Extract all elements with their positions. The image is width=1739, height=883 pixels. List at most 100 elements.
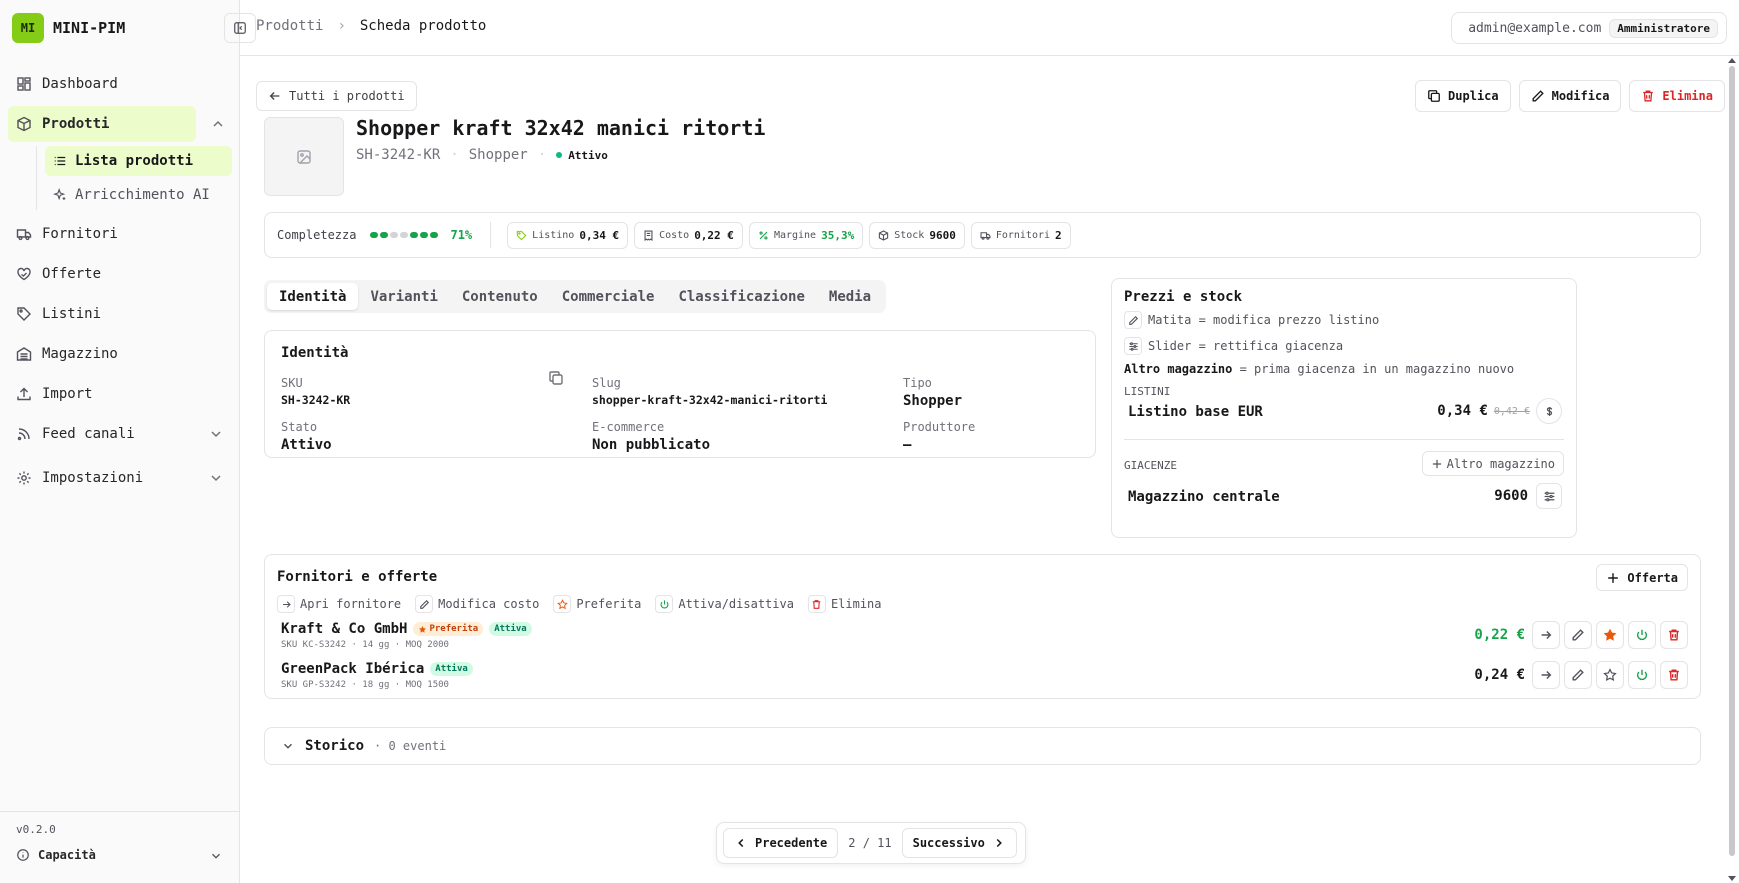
stock-section-label: GIACENZE [1124, 459, 1177, 472]
sidebar-item-fornitori[interactable]: Fornitori [8, 216, 232, 252]
app-root: MI MINI-PIM Dashboard Prodotti Lista pro… [0, 0, 1739, 883]
preferred-toggle-button[interactable] [1596, 661, 1624, 689]
truck-icon [980, 231, 991, 240]
plus-icon [1432, 459, 1441, 468]
edit-button[interactable]: Modifica [1518, 80, 1622, 112]
previous-button[interactable]: Precedente [723, 828, 839, 858]
supplier-name[interactable]: GreenPack Ibérica [281, 661, 424, 677]
sidebar-item-magazzino[interactable]: Magazzino [8, 336, 232, 372]
sidebar-item-import[interactable]: Import [8, 376, 232, 412]
sidebar-item-listini[interactable]: Listini [8, 296, 232, 332]
kpi-stock[interactable]: Stock 9600 [869, 221, 965, 249]
main-content: Tutti i prodotti Duplica Modifica Elimin… [240, 56, 1725, 883]
brand[interactable]: MI MINI-PIM [12, 13, 125, 43]
active-toggle-button[interactable] [1628, 621, 1656, 649]
chevron-down-icon [284, 743, 292, 749]
tab-varianti[interactable]: Varianti [358, 283, 449, 310]
kpi-costo[interactable]: Costo 0,22 € [634, 221, 743, 249]
sidebar-item-impostazioni[interactable]: Impostazioni [8, 460, 232, 496]
kpi-margine[interactable]: Margine 35,3% [748, 221, 864, 249]
field-value: Non pubblicato [592, 437, 711, 453]
next-button[interactable]: Successivo [901, 828, 1017, 858]
product-image-placeholder[interactable] [264, 117, 344, 196]
user-menu[interactable]: admin@example.com Amministratore [1451, 12, 1727, 44]
edit-cost-button[interactable] [1564, 661, 1592, 689]
image-icon [297, 149, 311, 164]
sidebar-item-dashboard[interactable]: Dashboard [8, 66, 232, 102]
supplier-name[interactable]: Kraft & Co GmbH [281, 621, 407, 637]
kpi-value: 35,3% [821, 228, 855, 242]
chevron-down-icon[interactable] [208, 426, 224, 442]
back-to-products-button[interactable]: Tutti i prodotti [256, 81, 417, 111]
supplier-actions: 0,24 € [1474, 661, 1688, 689]
tab-classificazione[interactable]: Classificazione [666, 283, 816, 310]
supplier-actions: 0,22 € [1474, 621, 1688, 649]
add-warehouse-button[interactable]: Altro magazzino [1421, 451, 1564, 476]
delete-button[interactable]: Elimina [1629, 80, 1725, 112]
field-sku: SKU SH-3242-KR [281, 376, 350, 407]
active-badge: Attiva [430, 662, 473, 676]
tab-contenuto[interactable]: Contenuto [450, 283, 550, 310]
trash-icon [1669, 669, 1679, 681]
add-offer-button[interactable]: Offerta [1596, 564, 1688, 591]
supplier-row: Kraft & Co GmbH Preferita Attiva SKU KC-… [281, 621, 1688, 657]
scrollbar[interactable] [1725, 56, 1739, 883]
sidebar-subnav: Lista prodotti Arricchimento AI [36, 146, 232, 210]
breadcrumb-link-prodotti[interactable]: Prodotti [256, 18, 323, 34]
field-label: Produttore [903, 420, 976, 434]
adjust-stock-button[interactable] [1536, 483, 1562, 509]
scroll-down-arrow[interactable] [1728, 876, 1736, 881]
kpi-label: Costo [659, 229, 690, 241]
lists-section-label: LISTINI [1124, 385, 1171, 398]
preferred-label: Preferita [429, 624, 479, 634]
tab-commerciale[interactable]: Commerciale [550, 283, 667, 310]
legend-delete: Elimina [807, 595, 882, 613]
sidebar-item-arricchimento-ai[interactable]: Arricchimento AI [45, 180, 232, 210]
open-supplier-button[interactable] [1532, 621, 1560, 649]
sidebar-item-label: Fornitori [42, 226, 118, 242]
sidebar-item-prodotti[interactable]: Prodotti [8, 106, 223, 142]
kpi-fornitori[interactable]: Fornitori 2 [970, 221, 1071, 249]
completeness-segment [390, 232, 399, 238]
edit-cost-button[interactable] [1564, 621, 1592, 649]
kpi-listino[interactable]: Listino 0,34 € [507, 221, 629, 249]
scroll-thumb[interactable] [1729, 66, 1735, 856]
info-icon [17, 849, 29, 861]
history-section[interactable]: Storico · 0 eventi [264, 727, 1701, 765]
preferred-toggle-button[interactable] [1596, 621, 1624, 649]
sidebar-item-lista-prodotti[interactable]: Lista prodotti [45, 146, 232, 176]
scroll-up-arrow[interactable] [1728, 58, 1736, 63]
duplicate-button[interactable]: Duplica [1415, 80, 1511, 112]
product-sku: SH-3242-KR [356, 147, 441, 163]
chevron-up-icon[interactable] [210, 116, 226, 132]
edit-price-button[interactable] [1536, 398, 1562, 424]
box-icon [879, 229, 889, 241]
product-category: Shopper [468, 147, 528, 163]
copy-icon[interactable] [548, 370, 564, 386]
open-supplier-button[interactable] [1532, 661, 1560, 689]
legend-text: Attiva/disattiva [678, 597, 794, 611]
field-produttore: Produttore — [903, 420, 975, 453]
power-icon [655, 595, 674, 613]
sidebar-subitem-label: Lista prodotti [75, 153, 194, 169]
tab-media[interactable]: Media [817, 283, 883, 310]
sidebar-item-offerte[interactable]: Offerte [8, 256, 232, 292]
chevron-down-icon[interactable] [209, 849, 223, 863]
sidebar-item-feed-canali[interactable]: Feed canali [8, 416, 232, 452]
active-toggle-button[interactable] [1628, 661, 1656, 689]
warehouse-name: Magazzino centrale [1128, 489, 1280, 505]
legend-text: Preferita [576, 597, 642, 611]
capacity-toggle[interactable]: Capacità [16, 848, 96, 862]
divider [490, 222, 492, 248]
field-value: SH-3242-KR [281, 393, 351, 407]
sidebar-item-label: Dashboard [42, 76, 118, 92]
kpi-label: Fornitori [995, 229, 1051, 241]
sidebar-collapse-button[interactable] [224, 13, 256, 43]
tab-identita[interactable]: Identità [267, 283, 359, 310]
arrow-left-icon [269, 92, 280, 100]
sidebar-item-label: Listini [42, 306, 102, 322]
delete-offer-button[interactable] [1660, 661, 1688, 689]
chevron-down-icon[interactable] [208, 470, 224, 486]
delete-offer-button[interactable] [1660, 621, 1688, 649]
warehouse-qty: 9600 [1494, 488, 1528, 504]
